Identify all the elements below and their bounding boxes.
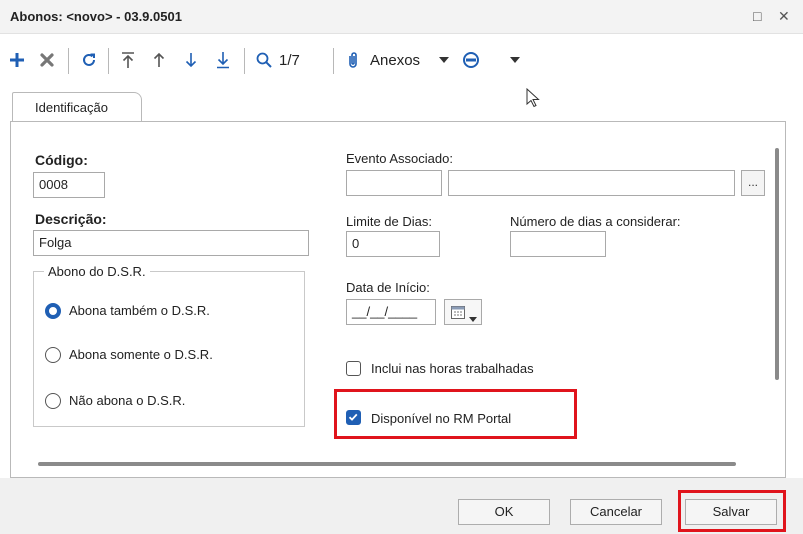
- toolbar-separator: [244, 48, 245, 74]
- data-inicio-input[interactable]: __/__/____: [346, 299, 436, 325]
- abono-dsr-group-title: Abono do D.S.R.: [44, 264, 150, 279]
- radio-nao-abona-label: Não abona o D.S.R.: [69, 393, 186, 408]
- chevron-down-icon[interactable]: [508, 48, 522, 72]
- codigo-label: Código:: [35, 152, 88, 168]
- radio-abona-tambem-label: Abona também o D.S.R.: [69, 303, 210, 318]
- first-record-icon[interactable]: [117, 48, 139, 72]
- paperclip-icon[interactable]: [343, 48, 363, 72]
- tab-identificacao[interactable]: Identificação: [12, 92, 142, 122]
- next-record-icon[interactable]: [180, 48, 202, 72]
- window-title: Abonos: <novo> - 03.9.0501: [10, 9, 182, 24]
- vertical-scrollbar[interactable]: [775, 148, 779, 380]
- limite-dias-label: Limite de Dias:: [346, 214, 432, 229]
- evento-code-input[interactable]: [346, 170, 442, 196]
- highlight-save-button: [678, 490, 786, 532]
- ok-button[interactable]: OK: [458, 499, 550, 525]
- descricao-label: Descrição:: [35, 211, 107, 227]
- evento-lookup-button[interactable]: ...: [741, 170, 765, 196]
- calendar-icon: [451, 305, 465, 322]
- toolbar-separator: [108, 48, 109, 74]
- refresh-icon[interactable]: [78, 48, 100, 72]
- radio-abona-tambem[interactable]: [45, 303, 61, 319]
- last-record-icon[interactable]: [212, 48, 234, 72]
- inclui-horas-checkbox[interactable]: [346, 361, 361, 376]
- tab-label: Identificação: [35, 100, 108, 115]
- record-counter: 1/7: [279, 51, 300, 69]
- inclui-horas-label: Inclui nas horas trabalhadas: [371, 361, 534, 376]
- delete-icon[interactable]: [36, 48, 58, 72]
- previous-record-icon[interactable]: [148, 48, 170, 72]
- toolbar-separator: [333, 48, 334, 74]
- codigo-input[interactable]: 0008: [33, 172, 105, 198]
- title-bar: Abonos: <novo> - 03.9.0501 □ ✕: [0, 0, 803, 34]
- maximize-button[interactable]: □: [753, 8, 761, 24]
- descricao-input[interactable]: Folga: [33, 230, 309, 256]
- limite-dias-input[interactable]: 0: [346, 231, 440, 257]
- cancel-button[interactable]: Cancelar: [570, 499, 662, 525]
- mouse-cursor-icon: [526, 87, 540, 111]
- close-button[interactable]: ✕: [778, 8, 790, 24]
- numero-dias-label: Número de dias a considerar:: [510, 214, 681, 229]
- attachments-label[interactable]: Anexos: [370, 48, 430, 72]
- radio-abona-somente[interactable]: [45, 347, 61, 363]
- calendar-button[interactable]: [444, 299, 482, 325]
- numero-dias-input[interactable]: [510, 231, 606, 257]
- options-icon[interactable]: [460, 48, 482, 72]
- toolbar-separator: [68, 48, 69, 74]
- data-inicio-label: Data de Início:: [346, 280, 430, 295]
- chevron-down-icon: [469, 310, 477, 325]
- chevron-down-icon[interactable]: [437, 48, 451, 72]
- search-icon[interactable]: [253, 48, 275, 72]
- radio-abona-somente-label: Abona somente o D.S.R.: [69, 347, 213, 362]
- evento-description-input[interactable]: [448, 170, 735, 196]
- add-icon[interactable]: [6, 48, 28, 72]
- radio-nao-abona[interactable]: [45, 393, 61, 409]
- evento-associado-label: Evento Associado:: [346, 151, 453, 166]
- horizontal-scrollbar[interactable]: [38, 462, 736, 466]
- highlight-disponivel-portal: [334, 389, 577, 439]
- toolbar: 1/7 Anexos: [0, 36, 803, 86]
